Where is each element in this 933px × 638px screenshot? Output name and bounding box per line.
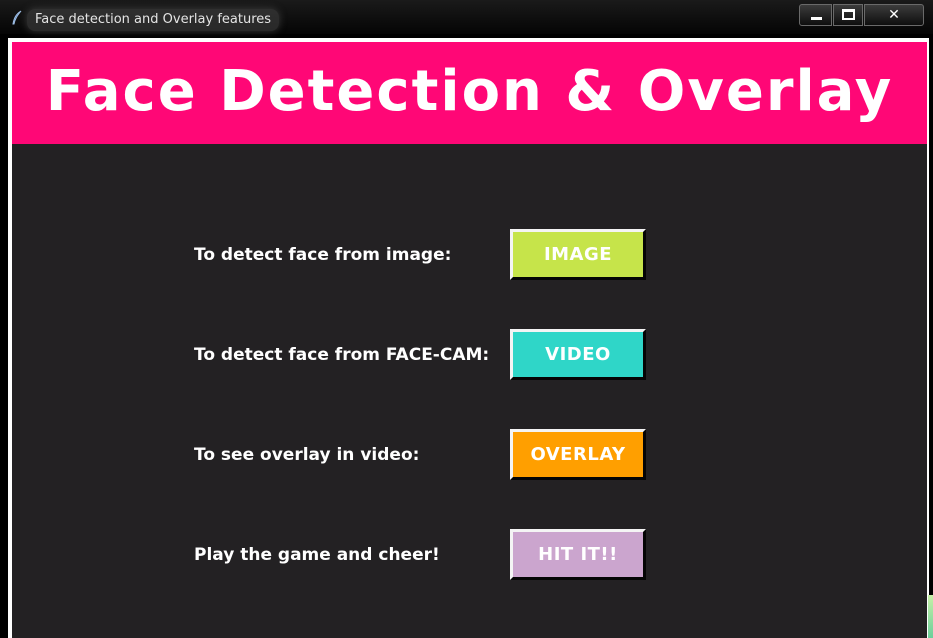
feather-icon [10,10,24,26]
video-row-label: To detect face from FACE-CAM: [194,345,490,365]
close-button[interactable]: ✕ [864,4,924,26]
close-icon: ✕ [888,7,900,23]
overlay-button[interactable]: OVERLAY [510,429,646,480]
game-row-label: Play the game and cheer! [194,545,440,565]
app-window: Face detection and Overlay features ✕ Fa… [0,0,933,638]
desktop-edge [928,595,933,638]
page-title: Face Detection & Overlay [45,59,894,124]
header-banner: Face Detection & Overlay [12,42,927,144]
image-button[interactable]: IMAGE [510,229,646,280]
video-button[interactable]: VIDEO [510,329,646,380]
main-panel: Face Detection & Overlay To detect face … [12,42,927,638]
maximize-icon [842,9,855,20]
overlay-row-label: To see overlay in video: [194,445,420,465]
minimize-icon [811,17,822,20]
minimize-button[interactable] [799,4,832,26]
title-bar[interactable]: Face detection and Overlay features ✕ [0,0,933,34]
image-row-label: To detect face from image: [194,245,452,265]
window-controls: ✕ [799,4,924,28]
hit-it-button[interactable]: HIT IT!! [510,529,646,580]
window-title: Face detection and Overlay features [27,9,280,31]
maximize-button[interactable] [833,4,863,26]
